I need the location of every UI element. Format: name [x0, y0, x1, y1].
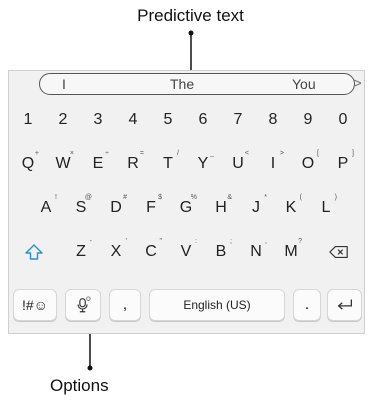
microphone-icon [77, 296, 91, 313]
expand-suggestions-icon[interactable]: > [353, 75, 362, 92]
number-row: 1 2 3 4 5 6 7 8 9 0 [9, 105, 366, 135]
key-w[interactable]: W × [46, 149, 80, 179]
predictive-text-leader-dot [188, 30, 194, 36]
shift-icon [25, 244, 43, 260]
key-7[interactable]: 7 [221, 105, 255, 135]
options-callout: Options [50, 376, 109, 395]
comma-key[interactable]: , [109, 289, 141, 321]
key-h[interactable]: H & [204, 193, 238, 223]
key-n[interactable]: N, [239, 237, 273, 267]
key-g[interactable]: G% [169, 193, 203, 223]
predictive-text-bar: I The You [39, 73, 355, 95]
suggestion-2[interactable]: The [170, 76, 194, 92]
key-d[interactable]: D # [99, 193, 133, 223]
key-e[interactable]: E ÷ [81, 149, 115, 179]
suggestion-1[interactable]: I [62, 76, 66, 92]
shift-key[interactable] [11, 237, 57, 267]
key-5[interactable]: 5 [151, 105, 185, 135]
key-p[interactable]: P] [326, 149, 360, 179]
symbols-key[interactable]: !#☺ [13, 289, 57, 321]
suggestion-3[interactable]: You [292, 76, 316, 92]
key-l[interactable]: L) [309, 193, 343, 223]
key-z[interactable]: Z- [64, 237, 98, 267]
backspace-key[interactable] [316, 237, 362, 267]
letter-row-3: Z- X ' C " V: B; N, M? [9, 237, 366, 267]
letter-row-1: Q + W × E ÷ R = T / Y _ U < I > O[ P] [9, 149, 366, 179]
letter-row-2: A! S @ D # F $ G% H & J * K( L) [9, 193, 366, 223]
key-u[interactable]: U < [221, 149, 255, 179]
enter-key[interactable] [327, 289, 362, 321]
key-x[interactable]: X ' [99, 237, 133, 267]
keyboard: I The You > 1 2 3 4 5 6 7 8 9 0 Q + W × E ÷… [8, 70, 365, 334]
key-t[interactable]: T / [151, 149, 185, 179]
key-o[interactable]: O[ [291, 149, 325, 179]
backspace-icon [329, 245, 348, 259]
key-q[interactable]: Q + [11, 149, 45, 179]
space-key[interactable]: English (US) [149, 289, 285, 321]
key-j[interactable]: J * [239, 193, 273, 223]
key-s[interactable]: S @ [64, 193, 98, 223]
predictive-text-callout: Predictive text [137, 6, 244, 25]
key-a[interactable]: A! [29, 193, 63, 223]
key-3[interactable]: 3 [81, 105, 115, 135]
period-key[interactable]: . [293, 289, 321, 321]
key-k[interactable]: K( [274, 193, 308, 223]
key-4[interactable]: 4 [116, 105, 150, 135]
key-0[interactable]: 0 [326, 105, 360, 135]
key-i[interactable]: I > [256, 149, 290, 179]
bottom-row: !#☺ , English (US) . [9, 289, 366, 323]
key-2[interactable]: 2 [46, 105, 80, 135]
options-key[interactable] [65, 289, 101, 321]
key-y[interactable]: Y _ [186, 149, 220, 179]
key-6[interactable]: 6 [186, 105, 220, 135]
key-c[interactable]: C " [134, 237, 168, 267]
enter-icon [337, 299, 352, 310]
key-b[interactable]: B; [204, 237, 238, 267]
key-m[interactable]: M? [274, 237, 308, 267]
key-1[interactable]: 1 [11, 105, 45, 135]
key-f[interactable]: F $ [134, 193, 168, 223]
key-9[interactable]: 9 [291, 105, 325, 135]
options-leader-dot [87, 365, 93, 371]
key-v[interactable]: V: [169, 237, 203, 267]
key-r[interactable]: R = [116, 149, 150, 179]
key-8[interactable]: 8 [256, 105, 290, 135]
